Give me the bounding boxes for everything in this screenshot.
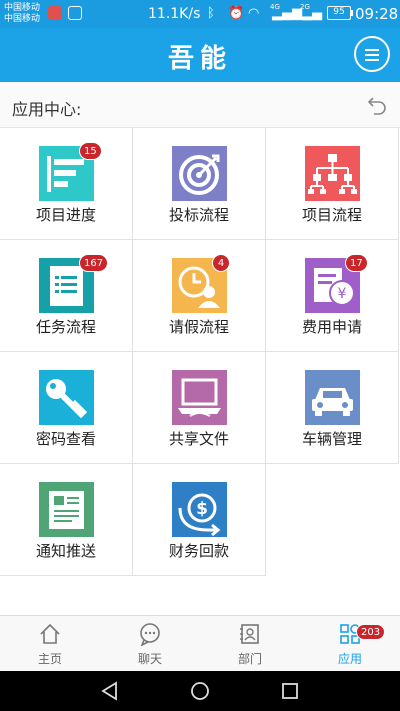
signal-icon-1: ▂▄▆ — [272, 6, 302, 21]
app-label: 请假流程 — [168, 318, 229, 336]
laptop-share-icon — [172, 370, 227, 425]
nav-label: 部门 — [237, 652, 262, 666]
key-icon — [39, 370, 94, 425]
notice-icon — [39, 482, 94, 537]
menu-line — [365, 54, 379, 56]
battery-tip — [351, 10, 353, 16]
app-tile[interactable]: $ 财务回款 — [133, 464, 266, 576]
svg-text:$: $ — [196, 499, 208, 519]
android-nav-bar — [0, 671, 400, 711]
notification-badge: 17 — [345, 254, 368, 272]
wifi-icon: ◠ — [248, 6, 260, 21]
nav-item[interactable]: 主页 — [0, 616, 100, 672]
app-tile[interactable]: 4 请假流程 — [133, 240, 266, 352]
nav-item[interactable]: 203 应用 — [300, 616, 400, 672]
app-tile[interactable]: 共享文件 — [133, 352, 266, 464]
app-tile[interactable]: 项目流程 — [266, 128, 399, 240]
department-icon — [240, 624, 259, 644]
app-label: 共享文件 — [168, 430, 229, 448]
notification-badge: 15 — [79, 142, 102, 160]
menu-line — [365, 49, 379, 51]
network-speed: 11.1K/s — [148, 6, 201, 22]
android-recents-icon[interactable] — [280, 681, 300, 701]
leave-clock-icon: 4 — [172, 254, 230, 313]
chat-icon — [140, 623, 160, 646]
nav-item[interactable]: 聊天 — [100, 616, 200, 672]
app-tile[interactable]: 密码查看 — [0, 352, 133, 464]
section-header: 应用中心: — [0, 82, 400, 128]
progress-icon: 15 — [39, 142, 102, 201]
app-label: 任务流程 — [35, 318, 96, 336]
android-home-icon[interactable] — [190, 681, 210, 701]
app-label: 项目进度 — [35, 206, 96, 224]
app-label: 项目流程 — [301, 206, 362, 224]
app-label: 费用申请 — [301, 318, 362, 336]
home-icon — [40, 623, 60, 644]
app-tile[interactable]: ¥17 费用申请 — [266, 240, 399, 352]
back-icon[interactable] — [366, 94, 388, 116]
menu-button[interactable] — [354, 36, 390, 72]
app-label: 车辆管理 — [301, 430, 362, 448]
notification-app-icon — [48, 6, 62, 20]
notification-image-icon — [68, 6, 82, 20]
nav-label: 聊天 — [137, 652, 162, 666]
status-bar: 中国移动 中国移动 11.1K/s ᛒ ⏰ ◠ 4G ▂▄▆ 2G ▂▄ 95 … — [0, 0, 400, 28]
brand-logo: 吾能 — [167, 44, 232, 74]
dollar-return-icon: $ — [172, 482, 227, 537]
carrier-label-1: 中国移动 — [4, 3, 41, 13]
menu-line — [365, 59, 379, 61]
app-label: 密码查看 — [35, 430, 96, 448]
nav-label: 主页 — [37, 652, 62, 666]
app-tile[interactable]: 车辆管理 — [266, 352, 399, 464]
target-icon — [172, 146, 227, 201]
notification-badge: 167 — [79, 254, 109, 272]
notification-badge: 203 — [356, 624, 386, 640]
battery-icon: 95 — [327, 6, 351, 20]
notification-badge: 4 — [212, 254, 230, 272]
app-label: 财务回款 — [168, 542, 229, 560]
android-back-icon[interactable] — [100, 681, 120, 701]
nav-item[interactable]: 部门 — [200, 616, 300, 672]
section-title: 应用中心: — [12, 100, 82, 119]
bottom-nav: 主页 聊天 部门 203 应用 — [0, 615, 400, 671]
task-list-icon: 167 — [39, 254, 109, 313]
clock: 09:28 — [355, 5, 399, 23]
app-label: 通知推送 — [35, 542, 96, 560]
app-label: 投标流程 — [168, 206, 229, 224]
car-icon — [305, 370, 360, 425]
bluetooth-icon: ᛒ — [207, 6, 215, 21]
app-header: 吾能 — [0, 28, 400, 82]
signal-icon-2: ▂▄ — [302, 6, 322, 21]
org-chart-icon — [305, 146, 360, 201]
app-tile[interactable]: 167 任务流程 — [0, 240, 133, 352]
nav-label: 应用 — [337, 652, 362, 666]
app-tile[interactable]: 投标流程 — [133, 128, 266, 240]
expense-yen-icon: ¥17 — [305, 254, 368, 313]
alarm-icon: ⏰ — [228, 6, 245, 21]
svg-text:¥: ¥ — [338, 286, 347, 302]
app-tile[interactable]: 通知推送 — [0, 464, 133, 576]
carrier-label-2: 中国移动 — [4, 14, 41, 24]
app-tile[interactable]: 15 项目进度 — [0, 128, 133, 240]
